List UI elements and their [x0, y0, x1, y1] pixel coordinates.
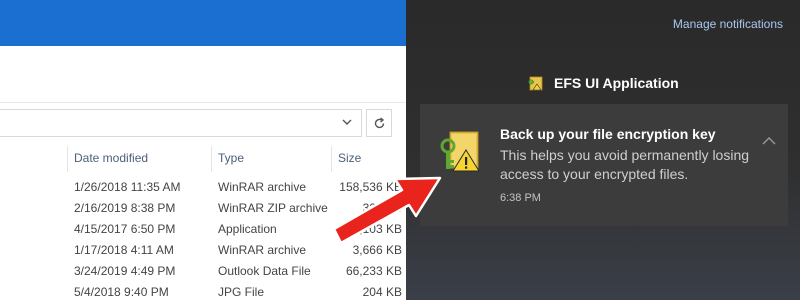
refresh-button[interactable]	[366, 109, 392, 137]
file-explorer-window: Date modified Type Size 1/26/2018 11:35 …	[0, 0, 406, 300]
column-header-size[interactable]: Size	[338, 151, 361, 165]
row-size: 323 KB	[362, 201, 402, 215]
row-date: 3/24/2019 4:49 PM	[74, 264, 176, 278]
chevron-up-icon[interactable]	[762, 136, 776, 146]
table-row[interactable]: 5/4/2018 9:40 PM JPG File 204 KB	[0, 281, 406, 300]
row-date: 4/15/2017 6:50 PM	[74, 222, 176, 236]
row-size: 158,536 KB	[339, 180, 402, 194]
column-header-date[interactable]: Date modified	[74, 151, 148, 165]
row-date: 5/4/2018 9:40 PM	[74, 285, 169, 299]
row-type: WinRAR ZIP archive	[218, 201, 328, 215]
row-size: 204 KB	[362, 285, 402, 299]
row-type: Outlook Data File	[218, 264, 311, 278]
row-type: WinRAR archive	[218, 180, 307, 194]
table-row[interactable]: 1/17/2018 4:11 AM WinRAR archive 3,666 K…	[0, 239, 406, 260]
chevron-down-icon[interactable]	[341, 116, 353, 128]
file-list: 1/26/2018 11:35 AM WinRAR archive 158,53…	[0, 176, 406, 300]
table-row[interactable]: 1/26/2018 11:35 AM WinRAR archive 158,53…	[0, 176, 406, 197]
key-warning-icon	[440, 131, 480, 172]
column-header-row: Date modified Type Size	[0, 146, 406, 172]
table-row[interactable]: 2/16/2019 8:38 PM WinRAR ZIP archive 323…	[0, 197, 406, 218]
manage-notifications-link[interactable]: Manage notifications	[673, 17, 783, 31]
address-bar[interactable]	[0, 109, 362, 137]
notification-toast[interactable]: Back up your file encryption key This he…	[420, 104, 788, 226]
explorer-ribbon	[0, 46, 406, 103]
toast-timestamp: 6:38 PM	[500, 192, 541, 204]
row-type: JPG File	[218, 285, 265, 299]
action-center-panel: Manage notifications EFS UI Application …	[406, 0, 800, 300]
row-size: 66,233 KB	[345, 264, 402, 278]
notification-app-header: EFS UI Application	[528, 73, 679, 93]
toast-body: This helps you avoid permanently losing …	[500, 147, 750, 182]
refresh-icon	[374, 117, 385, 129]
row-date: 1/17/2018 4:11 AM	[74, 243, 174, 257]
row-type: Application	[218, 222, 277, 236]
table-row[interactable]: 3/24/2019 4:49 PM Outlook Data File 66,2…	[0, 260, 406, 281]
row-date: 1/26/2018 11:35 AM	[74, 180, 181, 194]
column-header-type[interactable]: Type	[218, 151, 244, 165]
row-size: 3,666 KB	[352, 243, 402, 257]
row-size: 1,103 KB	[352, 222, 402, 236]
toast-title: Back up your file encryption key	[500, 126, 716, 142]
row-type: WinRAR archive	[218, 243, 307, 257]
explorer-title-bar	[0, 0, 406, 46]
table-row[interactable]: 4/15/2017 6:50 PM Application 1,103 KB	[0, 218, 406, 239]
app-name: EFS UI Application	[554, 75, 679, 91]
row-date: 2/16/2019 8:38 PM	[74, 201, 176, 215]
efs-app-icon	[528, 76, 543, 91]
